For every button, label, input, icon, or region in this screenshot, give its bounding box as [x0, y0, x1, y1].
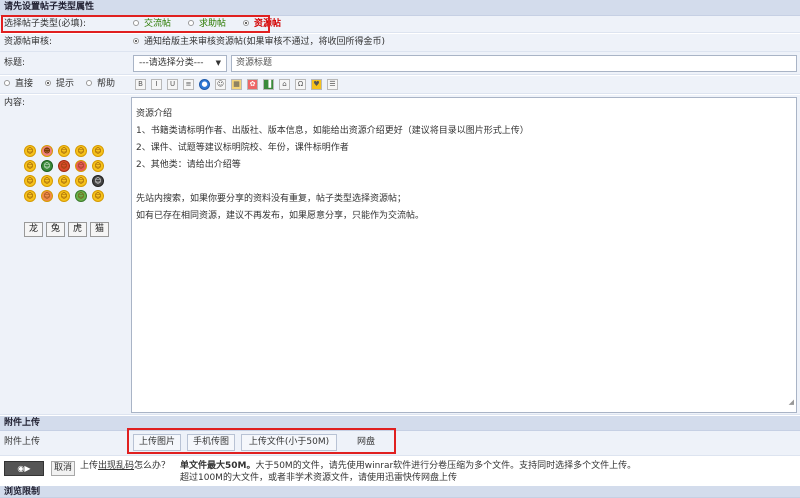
- emoticon-love-icon[interactable]: ☺: [24, 190, 36, 202]
- animal-rabbit-button[interactable]: 兔: [46, 222, 65, 237]
- cancel-button[interactable]: 取消: [51, 461, 75, 476]
- category-select-value: ---请选择分类---: [139, 58, 204, 68]
- upload-info-line2: 超过100M的大文件，或者非学术资源文件，请使用迅雷快传网盘上传: [180, 473, 457, 483]
- emoticon-grin-icon[interactable]: ☺: [58, 145, 70, 157]
- upload-controls: ◉▶ 取消 上传出现乱码怎么办？ 单文件最大50M。大于50M的文件，请先使用w…: [0, 456, 800, 486]
- emoticon-sad-icon[interactable]: ☺: [75, 175, 87, 187]
- mode-hint[interactable]: 提示: [45, 76, 74, 93]
- title-label: 标题:: [4, 58, 26, 68]
- play-icon: ▶: [24, 464, 31, 473]
- emoticon-tree-icon[interactable]: ☺: [41, 160, 53, 172]
- review-label: 资源帖审核:: [4, 37, 53, 47]
- code-icon[interactable]: ⌂: [279, 79, 290, 90]
- mode-direct[interactable]: 直接: [4, 76, 33, 93]
- emoticon-surprise-icon[interactable]: ☺: [24, 175, 36, 187]
- italic-icon[interactable]: I: [151, 79, 162, 90]
- content-line: 资源介绍: [136, 109, 173, 119]
- content-label: 内容:: [4, 98, 26, 108]
- emoticon-icon[interactable]: ☺: [215, 79, 226, 90]
- media-icon[interactable]: ▐: [263, 79, 274, 90]
- emoticon-devil-icon[interactable]: ☺: [58, 160, 70, 172]
- section-header-view-limit: 浏览限制: [0, 486, 800, 498]
- radio-review[interactable]: [133, 37, 139, 44]
- content-editor[interactable]: 资源介绍 1、书籍类请标明作者、出版社、版本信息，如能给出资源介绍更好（建议将目…: [131, 97, 797, 413]
- dropdown-caret-icon: ▼: [215, 59, 221, 67]
- review-option[interactable]: 通知给版主来审核资源帖(如果审核不通过，将收回所得金币): [133, 34, 385, 51]
- symbol-icon[interactable]: Ω: [295, 79, 306, 90]
- list-icon[interactable]: ☰: [327, 79, 338, 90]
- emoticon-cry-icon[interactable]: ☺: [75, 160, 87, 172]
- section-header-post-type: 请先设置帖子类型属性: [0, 0, 800, 16]
- emoticon-shock-icon[interactable]: ☺: [41, 175, 53, 187]
- align-icon[interactable]: ≡: [183, 79, 194, 90]
- review-row: 资源帖审核: 通知给版主来审核资源帖(如果审核不通过，将收回所得金币): [0, 34, 800, 52]
- content-line: 如有已存在相同资源，建议不再发布，如果愿意分享，只能作为交流帖。: [136, 211, 425, 221]
- upload-problem: 上传出现乱码怎么办？: [80, 460, 170, 473]
- mode-direct-label: 直接: [15, 79, 34, 89]
- emoticon-wave-icon[interactable]: ☺: [92, 190, 104, 202]
- globe-icon[interactable]: ●: [199, 79, 210, 90]
- highlight-attachment-tabs: [127, 428, 396, 454]
- attachment-label: 附件上传: [4, 437, 41, 447]
- radio-direct[interactable]: [4, 79, 10, 86]
- category-select[interactable]: ---请选择分类--- ▼: [133, 55, 227, 72]
- attachment-row: 附件上传 上传图片 手机传图 上传文件(小于50M) 网盘: [0, 431, 800, 456]
- heart-icon[interactable]: ♥: [311, 79, 322, 90]
- emoticon-blush-icon[interactable]: ☺: [41, 190, 53, 202]
- resize-handle-icon[interactable]: ◢: [789, 394, 794, 411]
- animal-cat-button[interactable]: 猫: [90, 222, 109, 237]
- garbled-help-link[interactable]: 出现乱码: [98, 461, 134, 471]
- title-input[interactable]: 资源标题: [231, 55, 797, 72]
- upload-info-text: 大于50M的文件，请先使用winrar软件进行分卷压缩为多个文件。支持同时选择多…: [255, 461, 637, 471]
- radio-hint[interactable]: [45, 79, 51, 86]
- mode-toolbar-row: 直接 提示 帮助 B I U ≡ ● ☺ ▦ ✿ ▐ ⌂ Ω ♥ ☰: [0, 76, 800, 94]
- emoticon-laugh-icon[interactable]: ☺: [92, 145, 104, 157]
- emoticon-cool-icon[interactable]: ☺: [58, 175, 70, 187]
- radio-help-mode[interactable]: [86, 79, 92, 86]
- image-icon[interactable]: ▦: [231, 79, 242, 90]
- title-row: 标题: ---请选择分类--- ▼ 资源标题: [0, 52, 800, 75]
- emoticon-smile-icon[interactable]: ☺: [75, 145, 87, 157]
- content-row: 内容: ☺ ☻ ☺ ☺ ☺ ☺ ☺ ☺ ☺ ☺ ☺ ☺ ☺ ☺ ☺ ☺ ☺ ☺ …: [0, 95, 800, 415]
- flash-icon[interactable]: ✿: [247, 79, 258, 90]
- upload-problem-prefix: 上传: [80, 461, 99, 471]
- highlight-post-type: [1, 15, 270, 33]
- mode-hint-label: 提示: [56, 79, 75, 89]
- emoticon-thumb-icon[interactable]: ☺: [75, 190, 87, 202]
- review-text: 通知给版主来审核资源帖(如果审核不通过，将收回所得金币): [144, 37, 386, 47]
- content-line: [136, 174, 792, 191]
- emoticon-shy-icon[interactable]: ☺: [58, 190, 70, 202]
- emoticon-happy-icon[interactable]: ☺: [24, 160, 36, 172]
- bold-icon[interactable]: B: [135, 79, 146, 90]
- mode-help[interactable]: 帮助: [86, 76, 115, 93]
- emoticon-grid: ☺ ☻ ☺ ☺ ☺ ☺ ☺ ☺ ☺ ☺ ☺ ☺ ☺ ☺ ☺ ☺ ☺ ☺ ☺ ☺: [24, 145, 110, 219]
- upload-problem-suffix: 怎么办？: [134, 461, 171, 471]
- content-line: 2、其他类：请给出介绍等: [136, 160, 241, 170]
- emoticon-wink-icon[interactable]: ☺: [92, 160, 104, 172]
- upload-max-size: 单文件最大50M。: [180, 461, 256, 471]
- underline-icon[interactable]: U: [167, 79, 178, 90]
- emoticon-rabbit-icon[interactable]: ☺: [24, 145, 36, 157]
- mode-help-label: 帮助: [97, 79, 116, 89]
- animal-tiger-button[interactable]: 虎: [68, 222, 87, 237]
- upload-flash-button[interactable]: ◉▶: [4, 461, 44, 476]
- section-header-attachment: 附件上传: [0, 416, 800, 431]
- content-line: 先站内搜索，如果你要分享的资料没有重复，帖子类型选择资源帖；: [136, 194, 407, 204]
- emoticon-black-icon[interactable]: ☺: [92, 175, 104, 187]
- animal-dragon-button[interactable]: 龙: [24, 222, 43, 237]
- emoticon-angry-icon[interactable]: ☻: [41, 145, 53, 157]
- content-line: 1、书籍类请标明作者、出版社、版本信息，如能给出资源介绍更好（建议将目录以图片形…: [136, 126, 529, 136]
- content-line: 2、课件、试题等建议标明院校、年份，课件标明作者: [136, 143, 349, 153]
